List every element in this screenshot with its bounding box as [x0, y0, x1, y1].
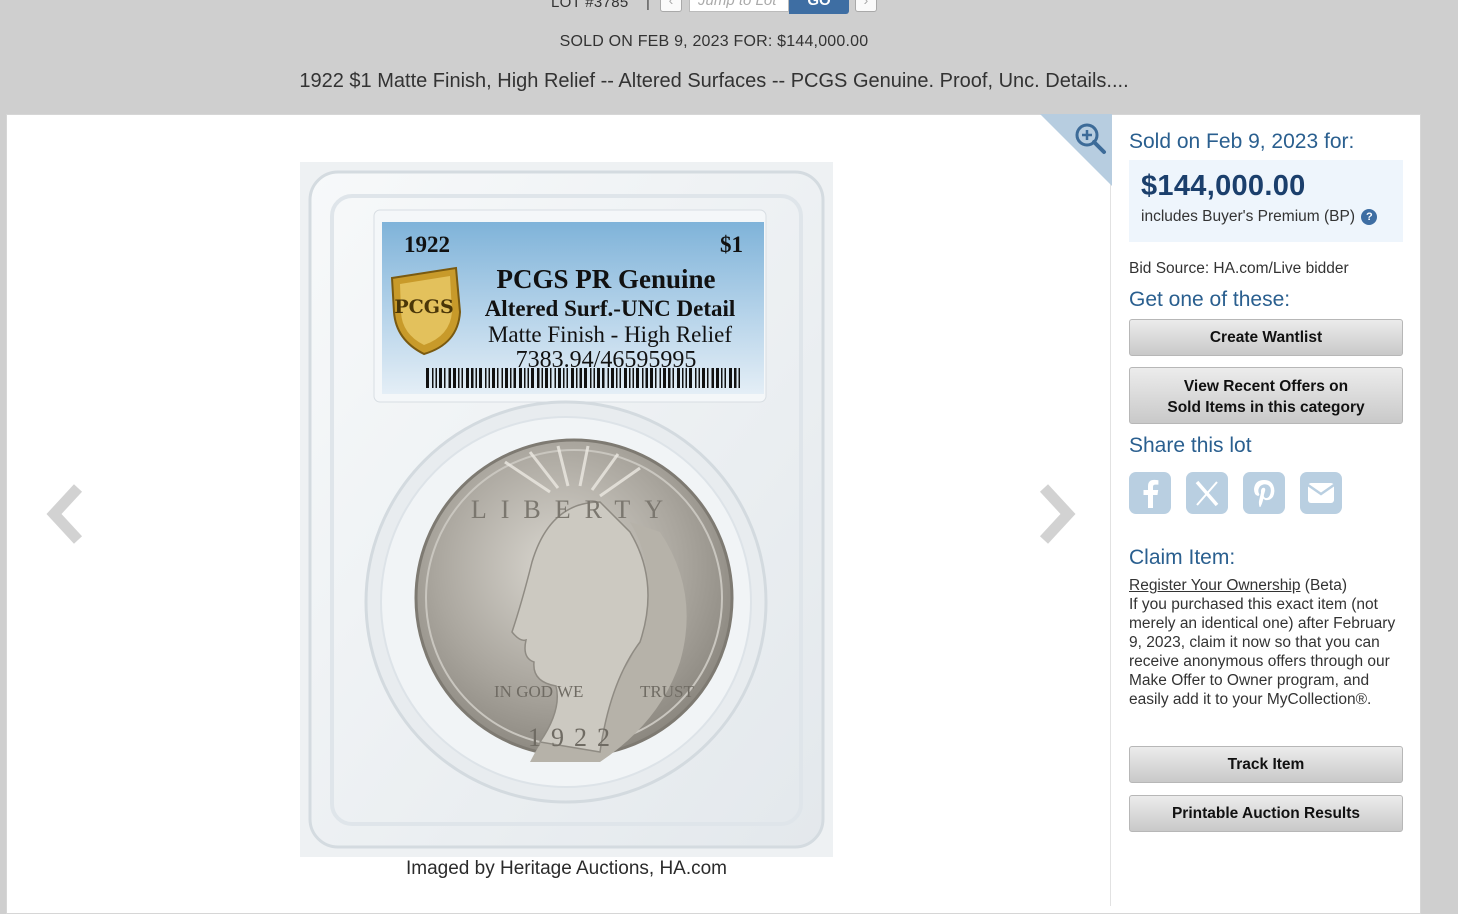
- claim-section: Register Your Ownership (Beta) If you pu…: [1129, 576, 1403, 709]
- help-icon[interactable]: ?: [1361, 209, 1378, 225]
- go-button[interactable]: GO: [789, 0, 849, 14]
- bp-text: includes Buyer's Premium (BP): [1141, 208, 1355, 225]
- label-denomination: $1: [720, 232, 743, 257]
- lot-navigation: LOT #3785 | ‹ GO ›: [0, 0, 1428, 14]
- separator: |: [646, 0, 650, 11]
- chevron-right-icon: [1039, 484, 1076, 544]
- chevron-right-icon: ›: [863, 0, 869, 8]
- bid-source: Bid Source: HA.com/Live bidder: [1129, 260, 1349, 277]
- sold-heading: Sold on Feb 9, 2023 for:: [1129, 130, 1355, 153]
- panel-divider: [1110, 114, 1111, 906]
- chevron-left-icon: ‹: [668, 0, 674, 8]
- price-box: $144,000.00 includes Buyer's Premium (BP…: [1129, 160, 1403, 242]
- lot-title: 1922 $1 Matte Finish, High Relief -- Alt…: [299, 70, 1129, 92]
- pinterest-share-button[interactable]: [1243, 472, 1285, 514]
- previous-image-arrow[interactable]: [44, 482, 84, 546]
- sold-summary: SOLD ON FEB 9, 2023 FOR: $144,000.00: [559, 33, 869, 50]
- label-detail: Altered Surf.-UNC Detail: [485, 296, 736, 321]
- label-grade: PCGS PR Genuine: [496, 264, 715, 294]
- x-share-button[interactable]: [1186, 472, 1228, 514]
- x-icon: [1195, 480, 1219, 507]
- email-icon: [1307, 483, 1335, 503]
- label-finish: Matte Finish - High Relief: [488, 322, 732, 347]
- email-share-button[interactable]: [1300, 472, 1342, 514]
- svg-text:1922: 1922: [528, 723, 620, 752]
- beta-tag: (Beta): [1304, 577, 1347, 594]
- get-one-heading: Get one of these:: [1129, 288, 1291, 311]
- lot-number: LOT #3785: [551, 0, 629, 11]
- view-recent-offers-button[interactable]: View Recent Offers on Sold Items in this…: [1129, 367, 1403, 424]
- svg-text:PCGS: PCGS: [394, 296, 453, 318]
- svg-text:TRUST: TRUST: [640, 682, 694, 701]
- recent-offers-line-2: Sold Items in this category: [1167, 399, 1365, 416]
- zoom-button[interactable]: [1040, 114, 1112, 186]
- claim-heading: Claim Item:: [1129, 546, 1236, 569]
- track-item-button[interactable]: Track Item: [1129, 746, 1403, 783]
- facebook-share-button[interactable]: [1129, 472, 1171, 514]
- next-image-arrow[interactable]: [1038, 482, 1078, 546]
- next-lot-button[interactable]: ›: [855, 0, 877, 12]
- svg-text:IN GOD WE: IN GOD WE: [494, 682, 583, 701]
- facebook-icon: [1143, 479, 1159, 508]
- printable-auction-results-button[interactable]: Printable Auction Results: [1129, 795, 1403, 832]
- previous-lot-button[interactable]: ‹: [660, 0, 682, 12]
- sold-price: $144,000.00: [1141, 170, 1306, 202]
- register-ownership-link[interactable]: Register Your Ownership: [1129, 577, 1300, 594]
- claim-description: If you purchased this exact item (not me…: [1129, 596, 1396, 708]
- buyers-premium-note: includes Buyer's Premium (BP) ?: [1141, 208, 1391, 226]
- svg-text:LIBERTY: LIBERTY: [471, 495, 677, 524]
- create-wantlist-button[interactable]: Create Wantlist: [1129, 319, 1403, 356]
- chevron-left-icon: [46, 484, 83, 544]
- jump-to-lot-input[interactable]: [689, 0, 789, 12]
- image-caption: Imaged by Heritage Auctions, HA.com: [405, 858, 728, 879]
- recent-offers-line-1: View Recent Offers on: [1183, 378, 1349, 395]
- label-year: 1922: [404, 232, 450, 257]
- pinterest-icon: [1254, 480, 1275, 507]
- lot-image[interactable]: PCGS 1922 $1 PCGS PR Genuine Altered Sur…: [300, 162, 833, 857]
- share-heading: Share this lot: [1129, 434, 1252, 457]
